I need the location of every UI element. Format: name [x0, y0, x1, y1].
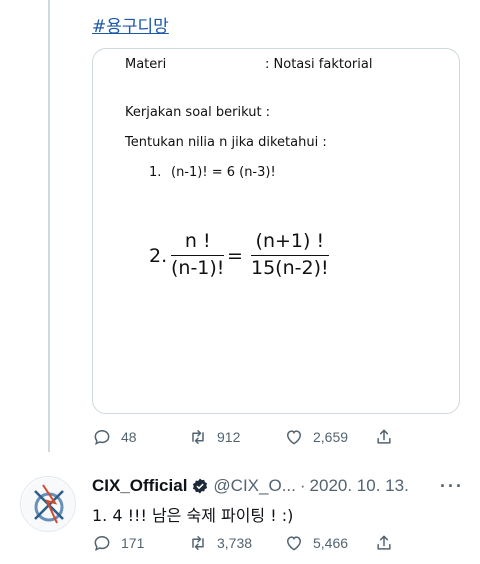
- retweet-count: 3,738: [217, 535, 253, 551]
- retweet-button[interactable]: 3,738: [188, 533, 252, 553]
- attached-image[interactable]: Materi : Notasi faktorial Kerjakan soal …: [92, 48, 460, 414]
- left-numerator: n !: [184, 230, 211, 252]
- item-1-expression: (n-1)! = 6 (n-3)!: [171, 165, 276, 180]
- right-denominator: 15(n-2)!: [251, 257, 329, 280]
- like-count: 5,466: [313, 535, 349, 551]
- verified-badge-icon: [193, 478, 208, 494]
- item-2-number: 2.: [149, 245, 168, 267]
- share-button[interactable]: [374, 427, 394, 447]
- more-options-button[interactable]: ···: [440, 476, 464, 497]
- hashtag-link[interactable]: #용구디망: [92, 12, 169, 37]
- right-numerator: (n+1) !: [255, 230, 325, 252]
- thread-connector-line: [48, 0, 50, 452]
- share-icon: [377, 429, 391, 444]
- share-button[interactable]: [374, 533, 394, 553]
- author-name[interactable]: CIX_Official: [92, 476, 187, 496]
- materi-value: : Notasi faktorial: [265, 57, 373, 72]
- author-handle[interactable]: @CIX_O...: [213, 476, 295, 496]
- left-denominator: (n-1)!: [171, 257, 225, 280]
- materi-label: Materi: [125, 57, 167, 72]
- instruction-text: Kerjakan soal berikut :: [125, 105, 271, 120]
- cix-logo-avatar: [22, 478, 75, 531]
- left-fraction: n ! (n-1)!: [171, 230, 225, 280]
- tweet-1-actions: 48 912 2,659: [0, 426, 480, 448]
- retweet-icon: [192, 536, 204, 550]
- item-1-number: 1.: [149, 165, 162, 180]
- tweet-text: 1. 4 !!! 남은 숙제 파이팅 ! :): [92, 506, 294, 525]
- separator-dot: ·: [299, 476, 306, 495]
- reply-icon: [94, 429, 110, 446]
- reply-count: 171: [121, 535, 145, 551]
- like-button[interactable]: 5,466: [284, 533, 348, 553]
- reply-icon: [94, 535, 110, 552]
- tweet-date[interactable]: 2020. 10. 13.: [310, 476, 409, 496]
- retweet-count: 912: [217, 429, 241, 445]
- share-icon: [377, 535, 391, 550]
- reply-button[interactable]: 171: [92, 533, 144, 553]
- fraction-bar: [251, 254, 329, 257]
- heart-icon: [286, 430, 302, 445]
- tweet-2-actions: 171 3,738 5,466: [0, 532, 480, 554]
- avatar[interactable]: [20, 476, 76, 532]
- like-count: 2,659: [313, 429, 349, 445]
- reply-count: 48: [121, 429, 137, 445]
- retweet-icon: [192, 430, 204, 444]
- heart-icon: [286, 536, 302, 551]
- reply-button[interactable]: 48: [92, 427, 137, 447]
- like-button[interactable]: 2,659: [284, 427, 348, 447]
- equals-sign: =: [227, 245, 243, 267]
- question-text: Tentukan nilia n jika diketahui :: [125, 135, 327, 150]
- right-fraction: (n+1) ! 15(n-2)!: [251, 230, 329, 280]
- retweet-button[interactable]: 912: [188, 427, 240, 447]
- worksheet-document: Materi : Notasi faktorial Kerjakan soal …: [93, 49, 459, 413]
- fraction-bar: [171, 254, 225, 257]
- tweet-author-row: CIX_Official @CIX_O... · 2020. 10. 13.: [92, 476, 409, 496]
